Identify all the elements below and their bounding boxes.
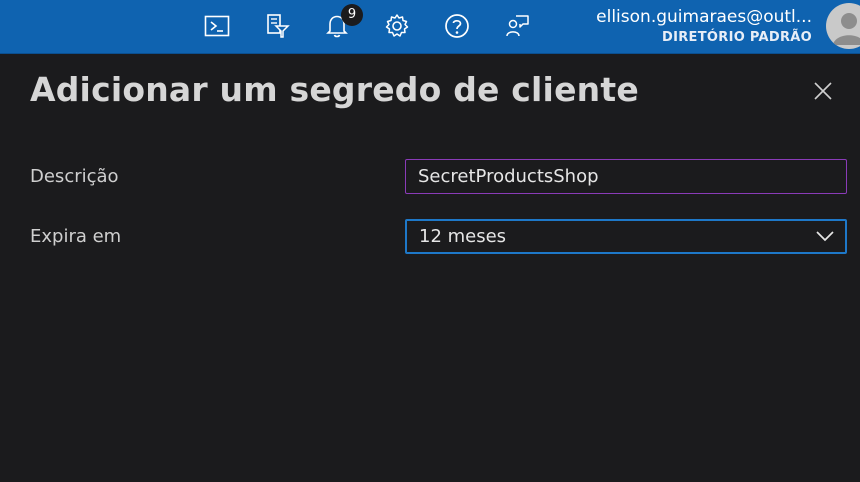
- chevron-down-icon: [815, 228, 835, 249]
- notifications-icon[interactable]: 9: [317, 4, 363, 44]
- account-menu[interactable]: ellison.guimaraes@outl... DIRETÓRIO PADR…: [552, 5, 812, 47]
- description-label: Descrição: [30, 166, 119, 187]
- top-bar: 9 ellison.guimaraes@outl... DIRETÓRIO PA…: [0, 0, 860, 54]
- description-input[interactable]: [405, 159, 847, 194]
- notification-count-badge: 9: [341, 4, 363, 26]
- directory-filter-icon[interactable]: [257, 8, 297, 44]
- account-email: ellison.guimaraes@outl...: [596, 7, 812, 27]
- close-icon[interactable]: [808, 76, 838, 106]
- expires-dropdown[interactable]: 12 meses: [405, 219, 847, 254]
- cloud-shell-icon[interactable]: [197, 8, 237, 44]
- help-icon[interactable]: [437, 8, 477, 44]
- expires-selected-value: 12 meses: [419, 226, 507, 247]
- settings-gear-icon[interactable]: [377, 8, 417, 44]
- account-directory: DIRETÓRIO PADRÃO: [662, 30, 812, 45]
- avatar[interactable]: [826, 3, 860, 49]
- expires-label: Expira em: [30, 226, 122, 247]
- panel-title: Adicionar um segredo de cliente: [30, 70, 639, 109]
- feedback-icon[interactable]: [497, 8, 537, 44]
